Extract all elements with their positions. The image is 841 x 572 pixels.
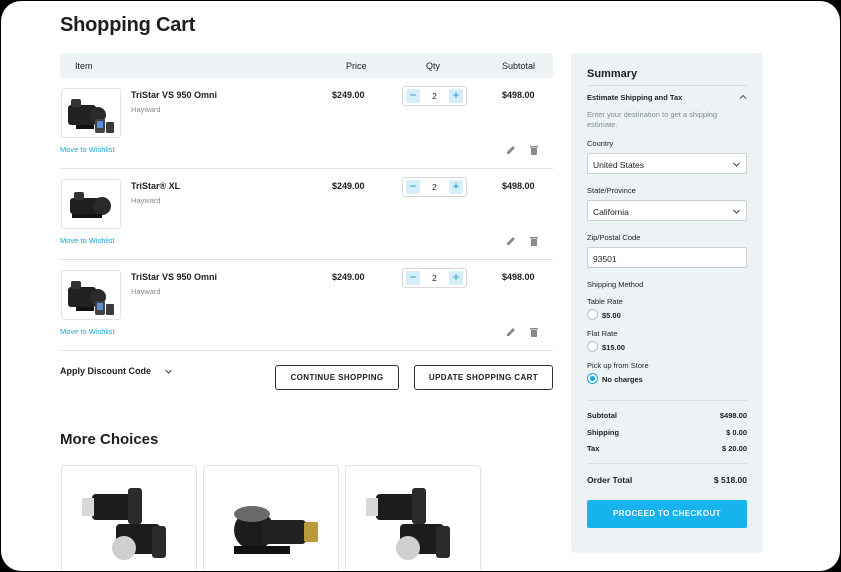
order-total-value: $ 518.00 <box>713 475 747 485</box>
tax-label: Tax <box>587 444 600 453</box>
summary-title: Summary <box>587 68 638 80</box>
zip-value: 93501 <box>593 254 617 264</box>
method-price: $15.00 <box>602 343 625 352</box>
flat-rate-radio[interactable] <box>587 341 598 352</box>
divider <box>587 85 747 86</box>
quantity-stepper: − 2 + <box>402 86 467 106</box>
product-image <box>366 488 450 560</box>
trash-icon[interactable] <box>529 145 539 155</box>
tax-value: $ 20.00 <box>721 444 747 453</box>
product-brand: Hayward <box>131 196 161 205</box>
header-item: Item <box>75 61 93 71</box>
row-subtotal: $498.00 <box>502 181 535 191</box>
product-price: $249.00 <box>332 90 365 100</box>
method-price: $5.00 <box>602 311 621 320</box>
row-subtotal: $498.00 <box>502 90 535 100</box>
cart-page: Shopping Cart Item Price Qty Subtotal Tr… <box>1 1 840 571</box>
row-subtotal: $498.00 <box>502 272 535 282</box>
country-label: Country <box>587 139 614 148</box>
product-image[interactable] <box>61 179 121 229</box>
country-select[interactable]: United States <box>587 153 747 174</box>
increase-qty-button[interactable]: + <box>449 89 463 103</box>
method-name: Table Rate <box>587 297 623 306</box>
divider <box>587 463 747 464</box>
product-image[interactable] <box>61 270 121 320</box>
estimate-help-text: Enter your destination to get a shipping… <box>587 110 718 129</box>
table-rate-radio[interactable] <box>587 309 598 320</box>
update-cart-button[interactable]: UPDATE SHOPPING CART <box>414 365 553 390</box>
proceed-to-checkout-button[interactable]: PROCEED TO CHECKOUT <box>587 500 747 528</box>
state-label: State/Province <box>587 186 636 195</box>
header-price: Price <box>346 61 367 71</box>
order-summary: Summary Estimate Shipping and Tax Enter … <box>571 53 763 553</box>
chevron-down-icon[interactable] <box>164 367 173 376</box>
state-value: California <box>593 207 629 217</box>
header-subtotal: Subtotal <box>502 61 536 71</box>
shipping-label: Shipping <box>587 428 620 437</box>
chevron-down-icon <box>733 162 740 167</box>
more-choices-title: More Choices <box>60 431 159 448</box>
state-select[interactable]: California <box>587 200 747 221</box>
apply-discount-toggle[interactable]: Apply Discount Code <box>60 366 151 376</box>
quantity-stepper: − 2 + <box>402 268 467 288</box>
product-name[interactable]: TriStar® XL <box>131 181 180 191</box>
product-image[interactable] <box>61 88 121 138</box>
cart-row: TriStar VS 950 Omni Hayward $249.00 − 2 … <box>60 78 553 169</box>
divider <box>587 400 747 401</box>
product-image <box>82 488 166 560</box>
country-value: United States <box>593 160 645 170</box>
pencil-icon[interactable] <box>506 327 516 337</box>
trash-icon[interactable] <box>529 236 539 246</box>
zip-input[interactable]: 93501 <box>587 247 747 268</box>
continue-shopping-button[interactable]: CONTINUE SHOPPING <box>275 365 399 390</box>
product-brand: Hayward <box>131 105 161 114</box>
estimate-shipping-toggle[interactable]: Estimate Shipping and Tax <box>587 93 682 102</box>
product-card[interactable] <box>61 465 197 571</box>
quantity-stepper: − 2 + <box>402 177 467 197</box>
method-name: Flat Rate <box>587 329 618 338</box>
product-price: $249.00 <box>332 272 365 282</box>
cart-row: TriStar VS 950 Omni Hayward $249.00 − 2 … <box>60 260 553 351</box>
chevron-down-icon <box>733 209 740 214</box>
subtotal-label: Subtotal <box>587 411 617 420</box>
header-qty: Qty <box>426 61 441 71</box>
move-to-wishlist-link[interactable]: Move to Wishlist <box>60 236 115 245</box>
trash-icon[interactable] <box>529 327 539 337</box>
zip-label: Zip/Postal Code <box>587 233 641 242</box>
product-image <box>234 506 318 554</box>
method-name: Pick up from Store <box>587 361 649 370</box>
method-price: No charges <box>602 375 643 384</box>
move-to-wishlist-link[interactable]: Move to Wishlist <box>60 145 115 154</box>
pencil-icon[interactable] <box>506 145 516 155</box>
increase-qty-button[interactable]: + <box>449 271 463 285</box>
product-card[interactable] <box>345 465 481 571</box>
shipping-value: $ 0.00 <box>726 428 747 437</box>
chevron-up-icon[interactable] <box>739 93 747 101</box>
subtotal-value: $498.00 <box>719 411 747 420</box>
product-card[interactable] <box>203 465 339 571</box>
product-name[interactable]: TriStar VS 950 Omni <box>131 90 217 100</box>
order-total-label: Order Total <box>587 475 633 485</box>
pencil-icon[interactable] <box>506 236 516 246</box>
cart-table-header: Item Price Qty Subtotal <box>60 53 553 78</box>
shipping-method-label: Shipping Method <box>587 280 644 289</box>
move-to-wishlist-link[interactable]: Move to Wishlist <box>60 327 115 336</box>
product-brand: Hayward <box>131 287 161 296</box>
product-name[interactable]: TriStar VS 950 Omni <box>131 272 217 282</box>
increase-qty-button[interactable]: + <box>449 180 463 194</box>
cart-row: TriStar® XL Hayward $249.00 − 2 + $498.0… <box>60 169 553 260</box>
page-title: Shopping Cart <box>60 14 196 36</box>
product-price: $249.00 <box>332 181 365 191</box>
pickup-radio[interactable] <box>587 373 598 384</box>
